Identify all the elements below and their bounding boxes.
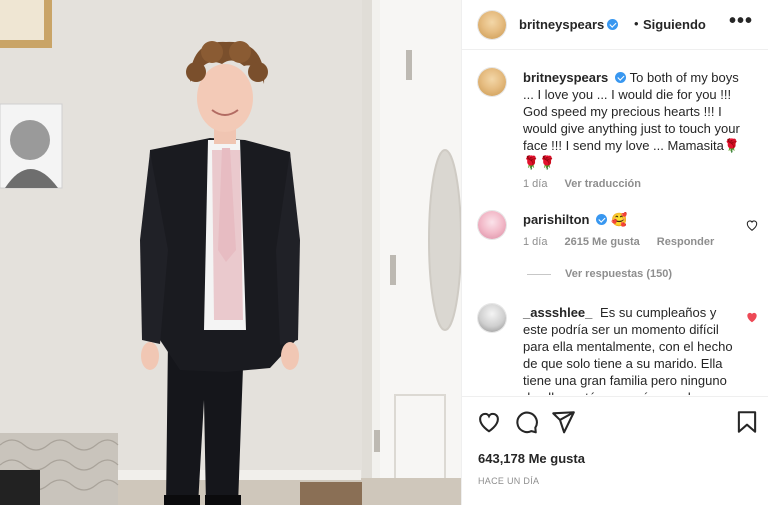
instagram-post-modal: britneyspears • Siguiendo ••• britneyspe…	[0, 0, 768, 505]
caption-username[interactable]: britneyspears	[523, 70, 608, 85]
caption-meta: 1 día Ver traducción	[523, 178, 655, 190]
heart-icon[interactable]	[476, 409, 502, 435]
comment-time[interactable]: 1 día	[523, 236, 547, 248]
verified-icon	[596, 214, 608, 225]
caption-body: To both of my boys ... I love you ... I …	[523, 70, 741, 170]
separator-dot: •	[634, 16, 639, 31]
likes-count[interactable]: 643,178 Me gusta	[478, 451, 585, 466]
comment-row: parishilton 🥰	[523, 211, 723, 228]
view-replies-label[interactable]: Ver respuestas (150)	[565, 268, 672, 280]
comments-list: britneyspears To both of my boys ... I l…	[462, 50, 768, 395]
comment-likes[interactable]: 2615 Me gusta	[565, 236, 640, 248]
post-photo[interactable]	[0, 0, 461, 505]
view-replies-button[interactable]: Ver respuestas (150)	[527, 268, 672, 280]
photo-illustration	[0, 0, 461, 505]
comment-username[interactable]: _assshlee_	[523, 305, 592, 320]
post-header: britneyspears • Siguiendo •••	[462, 0, 768, 50]
translate-link[interactable]: Ver traducción	[565, 178, 641, 190]
comment-icon[interactable]	[513, 409, 539, 435]
bookmark-icon[interactable]	[734, 409, 760, 435]
send-icon[interactable]	[550, 409, 576, 435]
post-side-panel: britneyspears • Siguiendo ••• britneyspe…	[461, 0, 768, 505]
liked-comment-heart-icon[interactable]	[745, 310, 759, 324]
like-comment-heart-icon[interactable]	[745, 218, 759, 232]
header-username[interactable]: britneyspears	[519, 17, 619, 32]
verified-icon	[615, 72, 627, 83]
caption-text: britneyspears To both of my boys ... I l…	[523, 69, 743, 171]
more-options-icon[interactable]: •••	[729, 10, 753, 33]
caption-time[interactable]: 1 día	[523, 178, 547, 190]
following-button[interactable]: Siguiendo	[643, 17, 706, 32]
avatar[interactable]	[478, 68, 506, 96]
avatar[interactable]	[478, 304, 506, 332]
comment-row: _assshlee_ Es su cumpleaños y este podrí…	[523, 304, 733, 395]
avatar[interactable]	[478, 211, 506, 239]
replies-divider	[527, 273, 551, 275]
avatar[interactable]	[478, 11, 506, 39]
comment-body: 🥰	[611, 212, 628, 227]
reply-button[interactable]: Responder	[657, 236, 714, 248]
comment-meta: 1 día 2615 Me gusta Responder	[523, 236, 728, 248]
post-actions	[462, 396, 768, 450]
comment-username[interactable]: parishilton	[523, 212, 589, 227]
post-time[interactable]: HACE UN DÍA	[478, 476, 539, 486]
username-text[interactable]: britneyspears	[519, 17, 604, 32]
verified-icon	[607, 19, 619, 30]
